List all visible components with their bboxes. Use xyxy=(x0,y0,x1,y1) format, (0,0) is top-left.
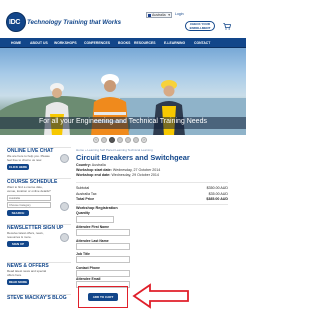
total-label: Total Price xyxy=(76,197,95,201)
chat-icon xyxy=(60,154,69,163)
end-date-value: Wednesday, 29 October 2014 xyxy=(111,173,159,177)
nav-workshops[interactable]: WORKSHOPS xyxy=(54,41,77,45)
nav-home[interactable]: HOME xyxy=(11,41,21,45)
total-value: $385.00 AUD xyxy=(206,197,228,201)
slider-dot[interactable] xyxy=(101,137,107,143)
tax-row: Australia Tax $35.00 AUD xyxy=(76,192,228,197)
country-value: Australia xyxy=(91,163,106,167)
quantity-label: Quantity xyxy=(76,211,90,215)
course-schedule-panel: COURSE SCHEDULE Want to find a course da… xyxy=(7,178,71,217)
subtotal-row: Subtotal $350.00 AUD xyxy=(76,186,228,191)
logo-text: IDC xyxy=(9,19,21,26)
course-schedule-text: Want to find a course date, venue, locat… xyxy=(7,185,51,193)
site-header: IDC Technology Training that Works Austr… xyxy=(0,0,246,38)
live-chat-button[interactable]: CLICK HERE xyxy=(7,164,29,171)
nav-conferences[interactable]: CONFERENCES xyxy=(84,41,110,45)
blog-panel: STEVE MACKAY'S BLOG xyxy=(7,294,71,301)
slider-prev-icon[interactable]: ‹ xyxy=(93,137,99,143)
nav-contact[interactable]: CONTACT xyxy=(194,41,210,45)
end-date-label: Workshop end date: xyxy=(76,173,111,177)
add-to-cart-button[interactable]: ADD TO CART xyxy=(88,293,118,301)
slider-dots: ‹ › xyxy=(93,137,153,144)
schedule-icon xyxy=(60,202,69,211)
news-read-more-button[interactable]: READ MORE xyxy=(7,279,29,286)
schedule-search-button[interactable]: SEARCH xyxy=(7,210,29,217)
nav-about[interactable]: ABOUT US xyxy=(30,41,48,45)
region-select[interactable]: Australia ▾ xyxy=(146,12,172,18)
last-name-input[interactable] xyxy=(76,242,130,250)
live-chat-panel: ONLINE LIVE CHAT We are here to help you… xyxy=(7,147,71,171)
country-label: Country: xyxy=(76,163,91,167)
newsletter-panel: NEWSLETTER SIGN UP Receive latest offers… xyxy=(7,224,71,248)
login-link[interactable]: Login xyxy=(175,12,184,16)
chevron-down-icon: ▾ xyxy=(168,13,170,17)
blog-title[interactable]: STEVE MACKAY'S BLOG xyxy=(7,295,71,301)
flag-icon xyxy=(148,14,151,17)
tax-value: $35.00 AUD xyxy=(208,191,228,196)
region-value: Australia xyxy=(152,13,166,17)
site-tagline: Technology Training that Works xyxy=(27,19,122,26)
country-line: Country: Australia xyxy=(76,163,106,167)
nav-elearning[interactable]: E-LEARNING xyxy=(164,41,185,45)
subtotal-value: $350.00 AUD xyxy=(206,186,228,190)
news-text: Read latest news and special offers here xyxy=(7,269,47,277)
divider xyxy=(76,182,228,183)
newsletter-signup-button[interactable]: SIGN UP xyxy=(7,241,29,248)
page-title: Circuit Breakers and Switchgear xyxy=(76,153,190,162)
newsletter-text: Receive latest offers, news, resources &… xyxy=(7,231,44,239)
slider-dot[interactable] xyxy=(117,137,123,143)
main-nav: HOME ABOUT US WORKSHOPS CONFERENCES BOOK… xyxy=(0,38,246,48)
hero-caption: For all your Engineering and Technical T… xyxy=(39,118,207,125)
country-select[interactable]: Australia xyxy=(7,194,51,201)
breadcrumb[interactable]: Home » Learning Self Paced Learning Tech… xyxy=(76,148,153,152)
tax-label: Australia Tax xyxy=(76,191,97,196)
live-chat-text: We are here to help you. Please feel fre… xyxy=(7,154,50,162)
start-date-label: Workshop start date: xyxy=(76,168,112,172)
pointer-arrow-icon xyxy=(132,283,189,309)
newsletter-icon xyxy=(60,233,69,242)
first-name-input[interactable] xyxy=(76,229,130,236)
check-enrollment-button[interactable]: CHECK YOUR ENROLLMENT xyxy=(185,21,215,31)
news-panel: NEWS & OFFERS Read latest news and speci… xyxy=(7,262,71,286)
slider-dot[interactable] xyxy=(125,137,131,143)
end-date-line: Workshop end date: Wednesday, 29 October… xyxy=(76,173,159,177)
idc-logo[interactable]: IDC xyxy=(6,12,26,32)
subtotal-label: Subtotal xyxy=(76,186,90,190)
phone-input[interactable] xyxy=(76,269,130,277)
hero-banner: For all your Engineering and Technical T… xyxy=(0,48,246,135)
divider xyxy=(76,204,228,205)
nav-resources[interactable]: RESOURCES xyxy=(134,41,155,45)
cart-icon[interactable] xyxy=(223,23,231,30)
total-row: Total Price $385.00 AUD xyxy=(76,197,228,202)
registration-title: Workshop Registration xyxy=(76,206,118,210)
job-title-input[interactable] xyxy=(76,256,130,263)
quantity-input[interactable] xyxy=(76,215,114,223)
slider-next-icon[interactable]: › xyxy=(141,137,147,143)
start-date-line: Workshop start date: Wednesday, 27 Octob… xyxy=(76,168,160,172)
slider-dot-active[interactable] xyxy=(109,137,115,143)
start-date-value: Wednesday, 27 October 2014 xyxy=(112,168,161,172)
slider-dot[interactable] xyxy=(133,137,139,143)
category-select[interactable]: Choose Category xyxy=(7,202,51,209)
nav-books[interactable]: BOOKS xyxy=(118,41,130,45)
